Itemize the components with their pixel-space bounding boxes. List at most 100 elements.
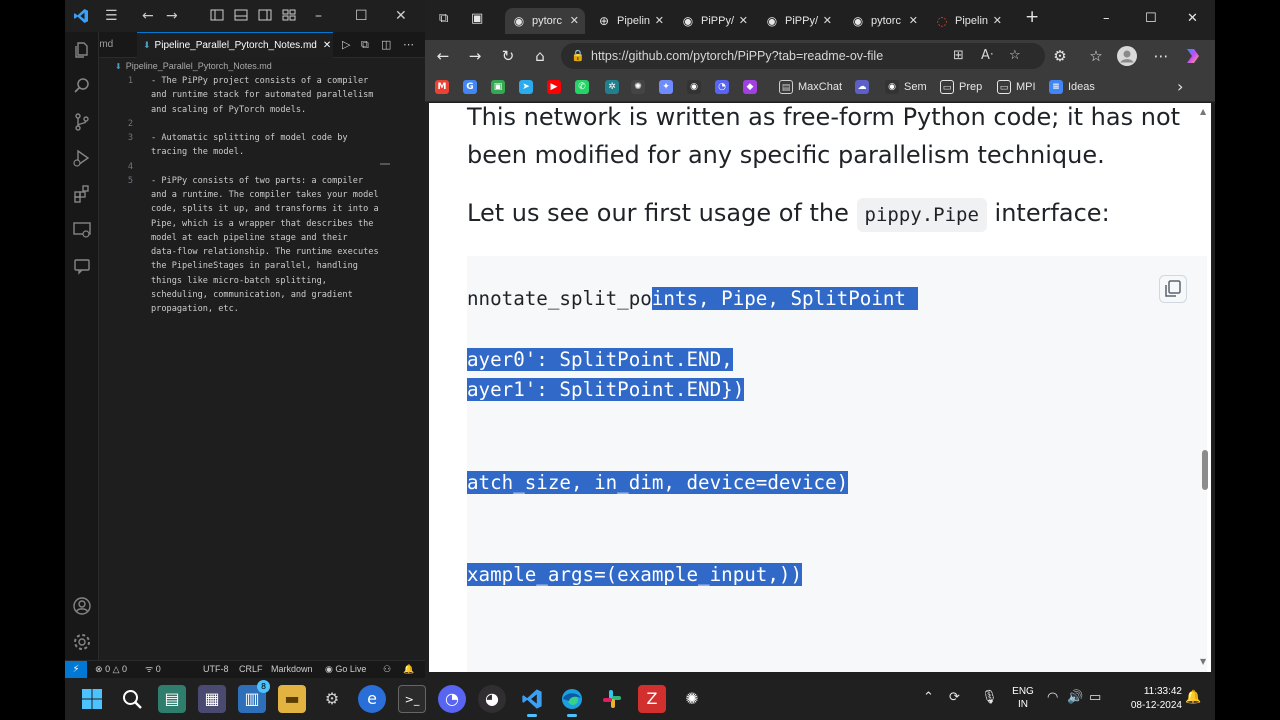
toggle-panel-icon[interactable] [234,8,248,26]
sync-icon[interactable]: ⟳ [949,688,960,708]
editor-line[interactable]: the PipelineStages in parallel, handling [99,259,425,273]
lock-icon[interactable]: 🔒 [571,43,585,69]
minimize-icon[interactable]: – [315,8,322,24]
close-tab-icon[interactable]: ✕ [323,40,331,51]
source-control-icon[interactable] [72,112,92,132]
editor-line[interactable]: model at each pipeline stage and their [99,231,425,245]
calendar-icon[interactable]: ▥ 8 [238,680,270,713]
editor-line[interactable]: 2 [99,117,425,131]
editor-line[interactable]: propagation, etc. [99,302,425,316]
close-tab-icon[interactable]: ✕ [655,8,664,34]
settings-icon[interactable]: ⚙ [318,685,346,713]
wifi-icon[interactable]: ◠ [1047,688,1058,708]
close-tab-icon[interactable]: ✕ [570,8,579,34]
editor-line[interactable]: 4 [99,160,425,174]
toggle-sidebar-icon[interactable] [210,8,224,26]
profile-avatar[interactable] [1117,46,1137,66]
slack-icon[interactable] [598,685,626,713]
close-tab-icon[interactable]: ✕ [823,8,832,34]
editor-line[interactable]: things like micro-batch splitting, [99,274,425,288]
bookmark-item[interactable]: M [435,79,449,95]
scroll-down-icon[interactable]: ▼ [1200,657,1206,666]
start-icon[interactable] [78,685,106,713]
bookmark-item[interactable]: ▭ Prep [940,79,982,95]
language-indicator[interactable]: ENG IN [1011,685,1035,711]
edge-beta-icon[interactable]: e [358,685,386,713]
tab-pipeline-notes[interactable]: ⬇ Pipeline_Parallel_Pytorch_Notes.md ✕ [137,32,333,58]
editor-line[interactable]: and scaling of PyTorch models. [99,103,425,117]
browser-tab[interactable]: ⊕ Pipelin ✕ [590,8,670,34]
bookmark-item[interactable]: G [463,79,477,95]
settings-gear-icon[interactable] [72,632,92,652]
copilot-icon[interactable]: ⚇ [383,661,391,678]
tab-actions-icon[interactable]: ▣ [471,10,483,28]
code-line[interactable]: nnotate_split_points, Pipe, SplitPoint [467,284,918,314]
language-indicator[interactable]: Markdown [271,661,313,678]
bookmark-item[interactable]: ☁ [855,79,869,95]
code-line[interactable]: xample_args=(example_input,)) [467,560,803,590]
bookmark-item[interactable]: ◉ [687,79,701,95]
notifications-bell-icon[interactable]: 🔔 [1185,688,1201,708]
minimize-icon[interactable]: – [1103,10,1110,28]
microphone-icon[interactable]: 🎙 [981,688,998,708]
menu-icon[interactable]: ☰ [105,8,118,24]
bookmark-item[interactable]: ▣ [491,79,505,95]
editor-line[interactable]: 5 - PiPPy consists of two parts: a compil… [99,174,425,188]
remote-explorer-icon[interactable] [72,220,92,240]
bookmark-item[interactable]: ▶ [547,79,561,95]
bookmark-item[interactable]: ✲ [605,79,619,95]
bookmark-item[interactable]: ◆ [743,79,757,95]
maximize-icon[interactable]: ☐ [1145,10,1157,28]
extensions-icon[interactable] [72,184,92,204]
bookmark-item[interactable]: ➤ [519,79,533,95]
bookmark-item[interactable]: ≡ Ideas [1049,79,1095,95]
code-block[interactable]: nnotate_split_points, Pipe, SplitPoint a… [467,256,1207,672]
scroll-up-icon[interactable]: ▲ [1200,107,1206,116]
volume-icon[interactable]: 🔊 [1067,688,1083,708]
chatgpt-icon[interactable]: ✺ [678,685,706,713]
notifications-icon[interactable]: 🔔 [403,661,414,678]
browser-tab[interactable]: ◉ PiPPy/ ✕ [758,8,838,34]
split-editor-icon[interactable]: ◫ [381,37,391,53]
page-scrollbar[interactable]: ▲ ▼ [1199,103,1211,672]
run-icon[interactable]: ▷ [342,37,350,53]
close-tab-icon[interactable]: ✕ [909,8,918,34]
bookmark-item[interactable]: ✺ [631,79,645,95]
home-icon[interactable]: ⌂ [530,46,550,66]
maximize-icon[interactable]: ☐ [355,8,368,24]
copy-code-icon[interactable] [1159,275,1187,303]
url-field[interactable]: 🔒 https://github.com/pytorch/PiPPy?tab=r… [561,43,1045,69]
favorites-icon[interactable]: ☆ [1086,46,1106,66]
bookmark-item[interactable]: ▤ MaxChat [779,79,842,95]
close-icon[interactable]: ✕ [395,8,407,24]
go-live-button[interactable]: ◉ Go Live [325,661,366,678]
close-tab-icon[interactable]: ✕ [739,8,748,34]
favorite-star-icon[interactable]: ☆ [1009,47,1021,65]
copilot-icon[interactable] [1183,46,1203,66]
customize-layout-icon[interactable] [282,8,296,26]
close-icon[interactable]: ✕ [1187,10,1198,28]
breadcrumb[interactable]: ⬇ Pipeline_Parallel_Pytorch_Notes.md [99,58,425,74]
editor-line[interactable]: Pipe, which is a wrapper that describes … [99,217,425,231]
browser-tab[interactable]: ◉ pytorc ✕ [844,8,924,34]
read-aloud-icon[interactable]: Aᐧ [981,47,993,65]
editor-line[interactable]: tracing the model. [99,145,425,159]
problems-indicator[interactable]: ⊗ 0 △ 0 [95,661,127,678]
obs-icon[interactable]: ◕ [478,685,506,713]
browser-tab[interactable]: ◌ Pipelin ✕ [928,8,1008,34]
forward-arrow-icon[interactable]: → [166,8,178,24]
new-tab-icon[interactable]: + [1025,8,1039,26]
discord-icon[interactable]: ◔ [438,685,466,713]
calculator-icon[interactable]: ▦ [198,685,226,713]
code-line[interactable]: atch_size, in_dim, device=device) [467,468,849,498]
search-icon[interactable] [72,76,92,96]
bookmark-item[interactable]: ✆ [575,79,589,95]
terminal-icon[interactable]: >_ [398,685,426,713]
minimap-slider[interactable] [380,163,390,165]
ports-indicator[interactable]: ᯤ 0 [145,661,161,678]
explorer-icon[interactable] [72,40,92,60]
editor-line[interactable]: data-flow relationship. The runtime exec… [99,245,425,259]
more-bookmarks-icon[interactable]: › [1177,79,1183,95]
close-tab-icon[interactable]: ✕ [993,8,1002,34]
browser-tab[interactable]: ◉ PiPPy/ ✕ [674,8,754,34]
